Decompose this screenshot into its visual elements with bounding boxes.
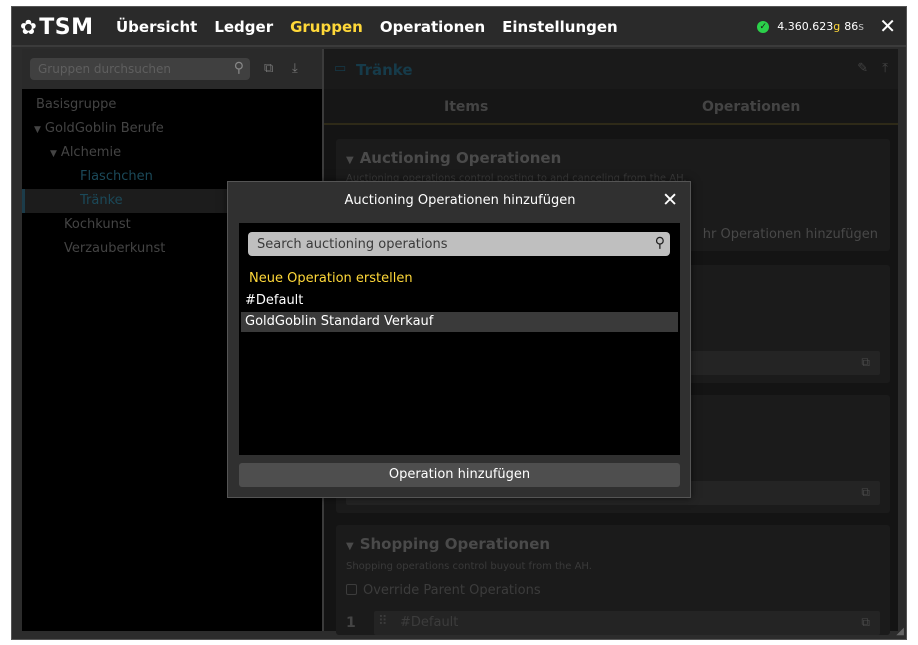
operation-search-input[interactable] bbox=[248, 232, 648, 256]
silver-amount: 86 bbox=[844, 20, 859, 33]
chevron-down-icon[interactable]: ▼ bbox=[34, 125, 41, 135]
folder-icon: ▭ bbox=[334, 61, 347, 76]
operation-item-default[interactable]: #Default bbox=[241, 291, 678, 311]
import-icon[interactable]: ⤓ bbox=[292, 61, 298, 76]
override-parent-checkbox[interactable]: Override Parent Operations bbox=[346, 583, 541, 598]
shopping-operation-name: #Default bbox=[400, 615, 459, 630]
search-icon: ⚲ bbox=[654, 235, 665, 251]
resize-grip-icon[interactable]: ◢ bbox=[896, 626, 904, 637]
gold-display: ✓ 4.360.623 g 86 s bbox=[757, 20, 864, 33]
search-icon: ⚲ bbox=[233, 60, 244, 76]
shopping-card-title: ▼ Shopping Operationen bbox=[346, 535, 551, 553]
group-actions: ✎ ⤒ bbox=[857, 61, 888, 76]
add-auctioning-operation-dialog: Auctioning Operationen hinzufügen ✕ ⚲ Ne… bbox=[227, 181, 691, 498]
gear-icon: ✿ bbox=[20, 15, 38, 39]
tab-items[interactable]: Items bbox=[444, 99, 488, 115]
group-tree-toolbar: Gruppen durchsuchen ⚲ ⧉ ⤓ bbox=[22, 49, 322, 89]
top-bar: ✿ TSM Übersicht Ledger Gruppen Operation… bbox=[12, 7, 906, 47]
group-tabs: Items Operationen bbox=[324, 89, 898, 125]
operation-list: ⚲ Neue Operation erstellen #Default Gold… bbox=[239, 223, 680, 455]
shopping-operations-card: ▼ Shopping Operationen Shopping operation… bbox=[336, 525, 890, 635]
group-search-placeholder: Gruppen durchsuchen bbox=[38, 62, 172, 76]
close-icon[interactable]: ✕ bbox=[662, 189, 678, 211]
checkbox-box[interactable] bbox=[346, 584, 357, 595]
external-link-icon[interactable]: ⧉ bbox=[861, 485, 870, 500]
external-link-icon[interactable]: ⧉ bbox=[861, 355, 870, 370]
nav-uebersicht[interactable]: Übersicht bbox=[116, 18, 197, 36]
operation-item-goldgoblin[interactable]: GoldGoblin Standard Verkauf bbox=[241, 312, 678, 332]
chevron-down-icon[interactable]: ▼ bbox=[50, 149, 57, 159]
tab-operationen[interactable]: Operationen bbox=[702, 99, 800, 115]
drag-handle-icon[interactable]: ⠿ bbox=[378, 614, 388, 629]
gold-amount: 4.360.623 bbox=[777, 20, 834, 33]
nav-gruppen[interactable]: Gruppen bbox=[290, 18, 363, 36]
chevron-down-icon[interactable]: ▼ bbox=[346, 155, 354, 166]
logo-text: TSM bbox=[39, 14, 94, 40]
window-close-icon[interactable]: ✕ bbox=[879, 14, 896, 38]
export-icon[interactable]: ⤒ bbox=[882, 61, 888, 76]
operation-index: 1 bbox=[346, 615, 356, 631]
operation-search-field[interactable]: ⚲ bbox=[248, 232, 670, 256]
group-detail-header: ▭ Tränke ✎ ⤒ bbox=[324, 49, 898, 89]
tree-item-alchemie[interactable]: ▼ Alchemie bbox=[22, 141, 322, 165]
chevron-down-icon[interactable]: ▼ bbox=[346, 541, 354, 552]
tree-item-goldgoblin-berufe[interactable]: ▼ GoldGoblin Berufe bbox=[22, 117, 322, 141]
nav-operationen[interactable]: Operationen bbox=[380, 18, 485, 36]
shopping-operation-row[interactable]: ⠿ #Default ⧉ bbox=[374, 611, 880, 635]
tree-item-basisgruppe[interactable]: Basisgruppe bbox=[22, 93, 322, 117]
auctioning-card-title: ▼ Auctioning Operationen bbox=[346, 149, 562, 167]
new-operation-item[interactable]: Neue Operation erstellen bbox=[241, 269, 678, 289]
copy-icon[interactable]: ⧉ bbox=[264, 61, 273, 76]
nav-einstellungen[interactable]: Einstellungen bbox=[502, 18, 618, 36]
add-operation-button[interactable]: Operation hinzufügen bbox=[239, 463, 680, 487]
nav-ledger[interactable]: Ledger bbox=[214, 18, 273, 36]
add-more-operations-link[interactable]: hr Operationen hinzufügen bbox=[703, 227, 878, 242]
external-link-icon[interactable]: ⧉ bbox=[861, 615, 870, 630]
tsm-logo: ✿ TSM bbox=[20, 14, 94, 40]
shopping-card-subtitle: Shopping operations control buyout from … bbox=[346, 561, 592, 572]
edit-icon[interactable]: ✎ bbox=[857, 61, 868, 76]
group-title: Tränke bbox=[356, 61, 413, 79]
group-search-input[interactable]: Gruppen durchsuchen ⚲ bbox=[30, 58, 250, 80]
main-nav: Übersicht Ledger Gruppen Operationen Ein… bbox=[116, 18, 635, 36]
check-circle-icon: ✓ bbox=[757, 20, 770, 33]
silver-unit: s bbox=[858, 20, 864, 33]
dialog-title: Auctioning Operationen hinzufügen bbox=[344, 193, 576, 208]
gold-unit: g bbox=[833, 20, 841, 33]
